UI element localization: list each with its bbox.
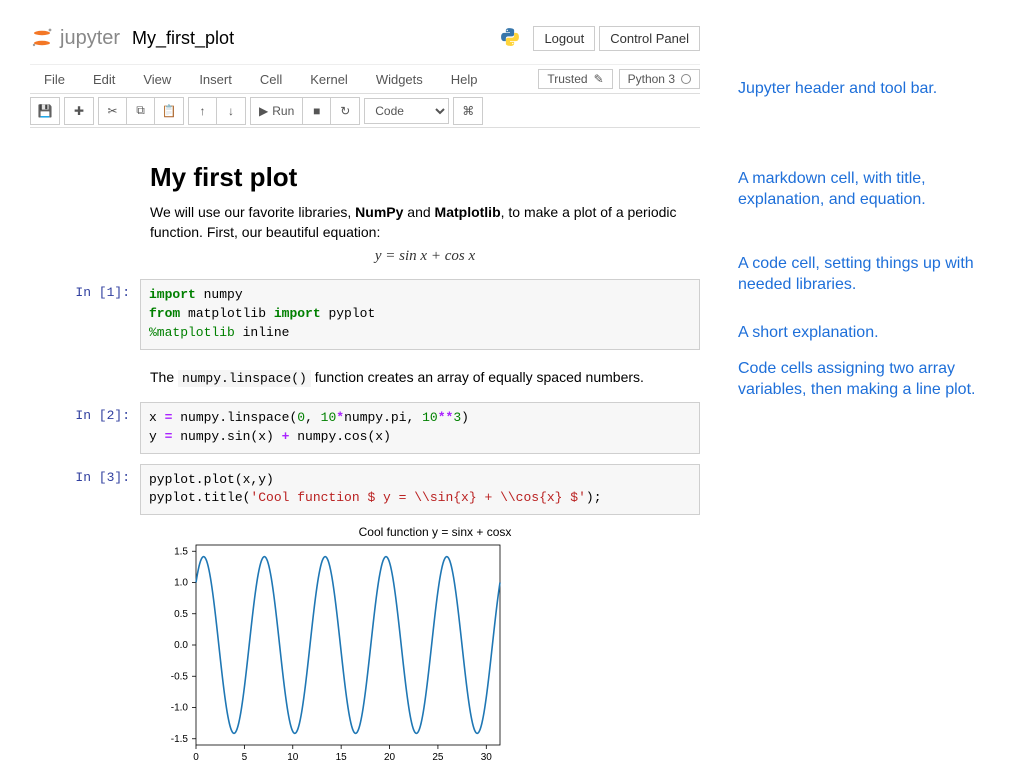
menu-view[interactable]: View (129, 68, 185, 91)
equation: y = sin x + cos x (150, 248, 700, 265)
notebook-name[interactable]: My_first_plot (132, 28, 234, 49)
markdown-cell-2[interactable]: The numpy.linspace() function creates an… (30, 368, 700, 388)
copy-icon[interactable]: ⧉ (127, 98, 155, 124)
kernel-name: Python 3 (628, 72, 675, 86)
svg-text:15: 15 (336, 752, 348, 763)
python-icon (499, 26, 529, 51)
kernel-status-icon (681, 74, 691, 84)
svg-text:25: 25 (432, 752, 444, 763)
menu-file[interactable]: File (30, 68, 79, 91)
prompt-1: In [1]: (30, 279, 140, 350)
menu-edit[interactable]: Edit (79, 68, 129, 91)
svg-text:-1.0: -1.0 (171, 703, 189, 714)
prompt-3: In [3]: (30, 464, 140, 516)
svg-text:5: 5 (242, 752, 248, 763)
save-icon[interactable]: 💾 (31, 98, 59, 124)
annotation-2: A markdown cell, with title, explanation… (738, 168, 1008, 211)
run-label: Run (272, 104, 294, 118)
md1-text: We will use our favorite libraries, NumP… (150, 203, 700, 242)
annotation-5: Code cells assigning two array variables… (738, 358, 1008, 401)
code-input-1[interactable]: import numpy from matplotlib import pypl… (140, 279, 700, 350)
md2-text: The numpy.linspace() function creates an… (150, 368, 700, 388)
svg-text:1.0: 1.0 (174, 578, 188, 589)
move-down-icon[interactable]: ↓ (217, 98, 245, 124)
plot-canvas: -1.5 -1.0 -0.5 0.0 0.5 1.0 1.5 0 5 10 15 20 25 30 (150, 539, 510, 769)
jupyter-logo[interactable]: jupyter (30, 26, 120, 50)
menu-kernel[interactable]: Kernel (296, 68, 362, 91)
menu-insert[interactable]: Insert (185, 68, 246, 91)
trusted-label: Trusted (547, 72, 587, 86)
svg-text:20: 20 (384, 752, 396, 763)
svg-text:-0.5: -0.5 (171, 672, 189, 683)
code-cell-3[interactable]: In [3]: pyplot.plot(x,y) pyplot.title('C… (30, 464, 700, 516)
svg-text:-1.5: -1.5 (171, 734, 189, 745)
control-panel-button[interactable]: Control Panel (599, 26, 700, 51)
svg-text:0: 0 (193, 752, 199, 763)
kernel-indicator[interactable]: Python 3 (619, 69, 700, 89)
menu-help[interactable]: Help (437, 68, 492, 91)
command-palette-icon[interactable]: ⌘ (454, 98, 482, 124)
svg-text:0.5: 0.5 (174, 609, 188, 620)
trusted-badge[interactable]: Trusted ✎ (538, 69, 612, 89)
code-input-3[interactable]: pyplot.plot(x,y) pyplot.title('Cool func… (140, 464, 700, 516)
cell-type-select[interactable]: Code (364, 98, 449, 124)
markdown-cell-1[interactable]: My first plot We will use our favorite l… (30, 162, 700, 265)
pencil-icon: ✎ (594, 72, 604, 86)
add-cell-icon[interactable]: ✚ (65, 98, 93, 124)
annotation-1: Jupyter header and tool bar. (738, 78, 1008, 100)
svg-text:0.0: 0.0 (174, 640, 188, 651)
annotation-panel: Jupyter header and tool bar. A markdown … (738, 78, 1008, 469)
plot-output: Cool function y = sinx + cosx -1.5 -1.0 -0… (150, 525, 700, 769)
annotation-4: A short explanation. (738, 322, 1008, 344)
run-button[interactable]: ▶ Run (251, 98, 303, 124)
code-input-2[interactable]: x = numpy.linspace(0, 10*numpy.pi, 10**3… (140, 402, 700, 454)
paste-icon[interactable]: 📋 (155, 98, 183, 124)
svg-text:30: 30 (481, 752, 493, 763)
code-cell-1[interactable]: In [1]: import numpy from matplotlib imp… (30, 279, 700, 350)
menu-cell[interactable]: Cell (246, 68, 296, 91)
svg-text:10: 10 (287, 752, 299, 763)
code-cell-2[interactable]: In [2]: x = numpy.linspace(0, 10*numpy.p… (30, 402, 700, 454)
page-title: My first plot (150, 162, 700, 193)
cut-icon[interactable]: ✂ (99, 98, 127, 124)
brand-text: jupyter (60, 27, 120, 50)
svg-text:1.5: 1.5 (174, 547, 188, 558)
menu-widgets[interactable]: Widgets (362, 68, 437, 91)
restart-icon[interactable]: ↻ (331, 98, 359, 124)
menubar: File Edit View Insert Cell Kernel Widget… (30, 64, 700, 94)
prompt-2: In [2]: (30, 402, 140, 454)
annotation-3: A code cell, setting things up with need… (738, 253, 1008, 296)
stop-icon[interactable]: ■ (303, 98, 331, 124)
toolbar: 💾 ✚ ✂ ⧉ 📋 ↑ ↓ ▶ Run ■ ↻ Code ⌘ (30, 94, 700, 128)
logout-button[interactable]: Logout (533, 26, 595, 51)
move-up-icon[interactable]: ↑ (189, 98, 217, 124)
plot-title: Cool function y = sinx + cosx (170, 525, 700, 539)
